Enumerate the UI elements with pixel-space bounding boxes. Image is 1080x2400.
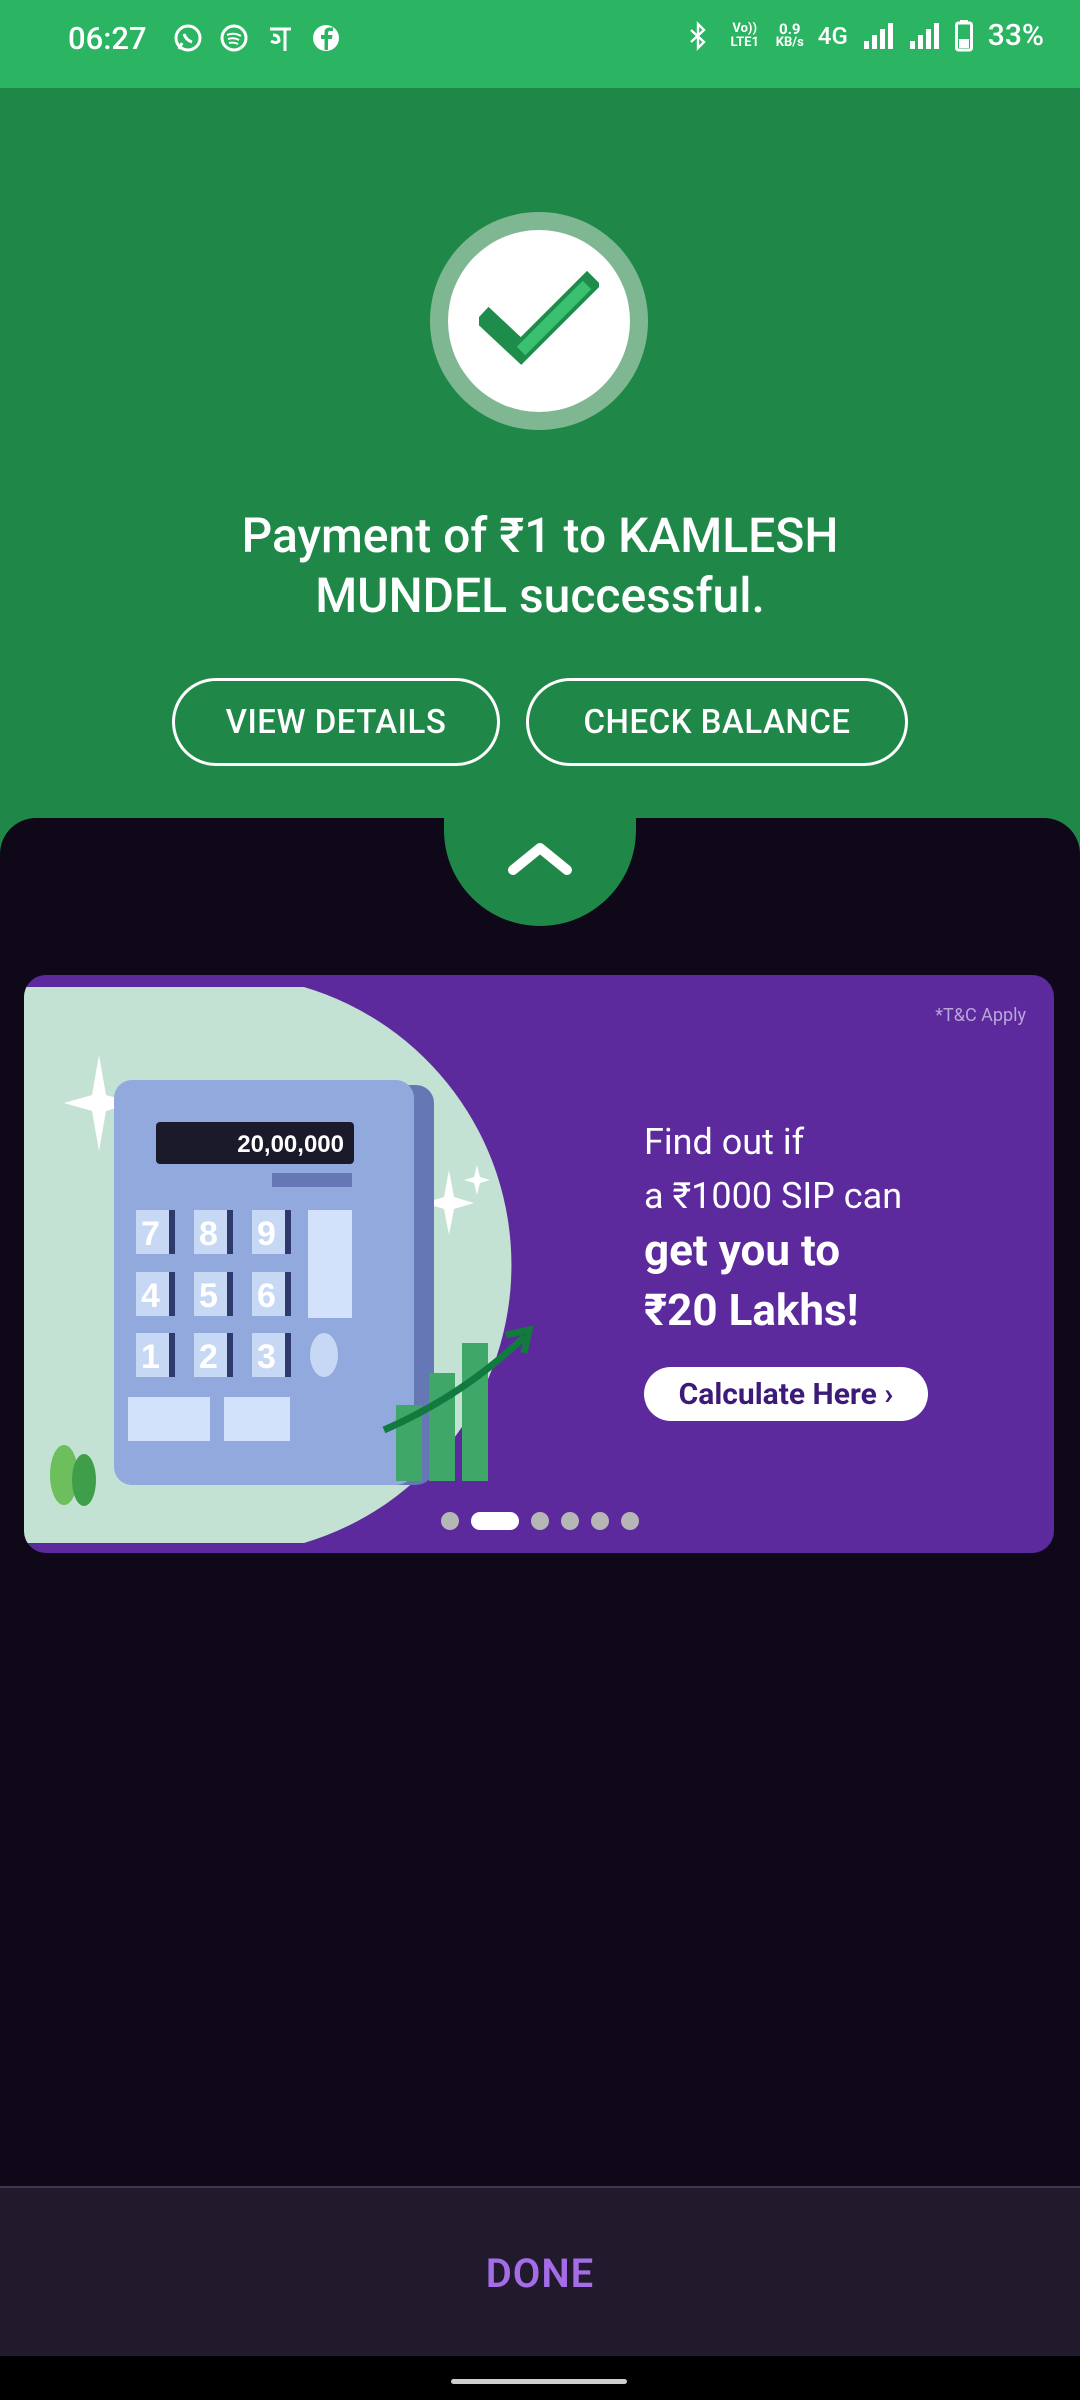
banner-headline: get you to ₹20 Lakhs! [644,1220,859,1340]
calc-key: 8 [199,1215,218,1253]
battery-percentage: 33% [987,18,1044,53]
notification-icons [172,22,342,54]
network-type: 4G [817,21,848,50]
whatsapp-icon [172,22,204,54]
carousel-dot[interactable] [591,1512,609,1530]
carousel-dot[interactable] [531,1512,549,1530]
done-button[interactable]: DONE [0,2250,1080,2297]
carousel-indicator [441,1512,639,1530]
banner-line: ₹20 Lakhs! [644,1284,859,1336]
spotify-icon [218,22,250,54]
calc-key: 7 [141,1215,160,1253]
phonepe-icon [264,22,296,54]
checkmark-icon [479,271,599,365]
terms-note: *T&C Apply [935,1005,1026,1026]
status-bar: 06:27 Vo)) LTE1 0.9 KB/s 4G 33% [0,0,1080,88]
network-speed-unit: KB/s [775,34,804,50]
carousel-dot[interactable] [621,1512,639,1530]
status-time: 06:27 [68,20,147,57]
banner-line: get you to [644,1224,841,1276]
system-navigation-bar [0,2356,1080,2400]
status-right-icons: Vo)) LTE1 0.9 KB/s 4G 33% [682,18,1044,53]
calc-key: 1 [141,1338,160,1376]
sip-promo-banner[interactable]: 20,00,000 7 8 9 4 5 6 1 2 3 *T&C Apply F… [24,975,1054,1553]
calc-key: 4 [141,1277,160,1315]
check-balance-button[interactable]: CHECK BALANCE [526,678,908,766]
banner-line: a ₹1000 SIP can [644,1175,903,1217]
carousel-dot[interactable] [441,1512,459,1530]
chevron-up-icon [508,843,572,875]
volte-indicator: Vo)) LTE1 [730,20,759,50]
calc-key: 2 [199,1338,218,1376]
bluetooth-icon [682,20,714,52]
facebook-icon [310,22,342,54]
bottom-action-bar: DONE [0,2186,1080,2358]
calculator-display-text: 20,00,000 [237,1131,344,1158]
success-badge [430,212,648,430]
banner-line: Find out if [644,1121,805,1163]
network-speed: 0.9 KB/s [775,19,804,50]
view-details-button[interactable]: VIEW DETAILS [172,678,500,766]
calculate-here-button[interactable]: Calculate Here › [644,1367,928,1421]
calc-key: 6 [257,1277,276,1315]
payment-success-panel: Payment of ₹1 to KAMLESH MUNDEL successf… [0,88,1080,868]
calc-key: 3 [257,1338,276,1376]
carousel-dot-active[interactable] [471,1512,519,1530]
signal-icon-2 [908,20,940,52]
network-speed-value: 0.9 [778,19,801,38]
signal-icon [862,20,894,52]
calc-key: 5 [199,1277,218,1315]
payment-success-message: Payment of ₹1 to KAMLESH MUNDEL successf… [241,507,839,624]
calc-key: 9 [257,1215,276,1253]
carousel-dot[interactable] [561,1512,579,1530]
banner-subtitle: Find out if a ₹1000 SIP can [644,1115,902,1223]
home-gesture-handle[interactable] [451,2379,627,2384]
calculator-illustration: 20,00,000 7 8 9 4 5 6 1 2 3 [24,987,534,1543]
battery-icon [954,19,974,52]
